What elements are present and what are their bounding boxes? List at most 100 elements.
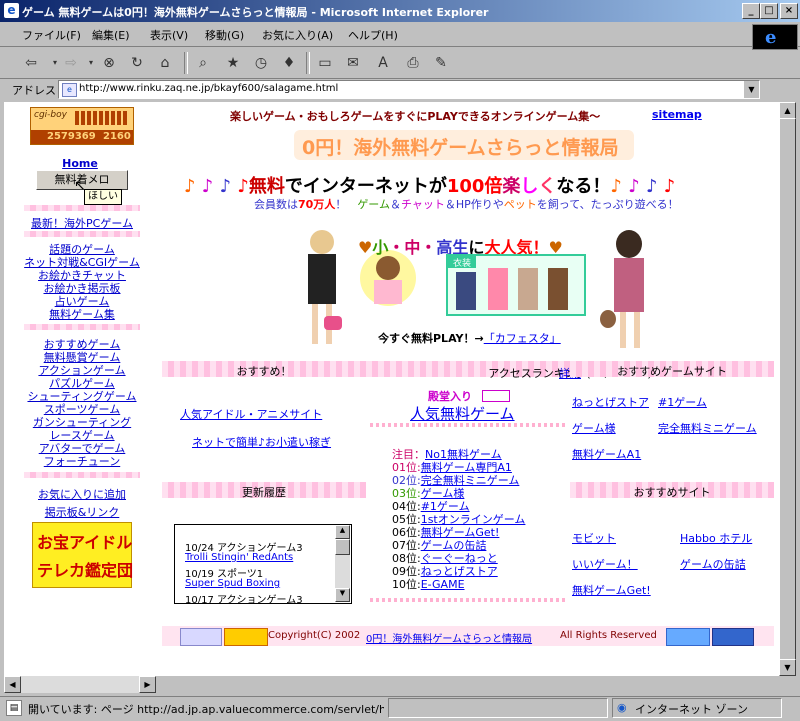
address-url: http://www.rinku.zaq.ne.jp/bkayf600/sala… — [79, 83, 339, 94]
promo-word: でインターネットが — [284, 176, 447, 197]
history-link[interactable]: Super Spud Boxing — [185, 578, 280, 589]
horizontal-scrollbar[interactable]: ◀ ▶ — [4, 676, 156, 693]
site-link[interactable]: 無料ゲームA1 — [572, 446, 641, 462]
edit-icon[interactable]: ✎ — [430, 52, 452, 74]
site-link[interactable]: ゲームの缶詰 — [680, 556, 746, 572]
minimize-button[interactable]: _ — [742, 3, 760, 19]
site-link[interactable]: Habbo ホテル — [680, 530, 752, 546]
promo-sub: チャット — [400, 198, 445, 211]
music-note-icon: ♪ — [184, 176, 196, 197]
menu-go[interactable]: 移動(G) — [205, 27, 244, 43]
cafesta-link[interactable]: 「カフェスタ」 — [484, 332, 561, 345]
stop-icon[interactable]: ⊗ — [98, 52, 120, 74]
site-link[interactable]: モビット — [572, 530, 616, 546]
school-word: ・ — [420, 238, 437, 257]
menu-file[interactable]: ファイル(F) — [22, 27, 81, 43]
costume-item — [488, 268, 508, 310]
footer-banner[interactable] — [180, 628, 222, 646]
costume-label: 衣装 — [448, 256, 476, 269]
search-icon[interactable]: ⌕ — [192, 52, 214, 74]
fullscreen-icon[interactable]: ▭ — [314, 52, 336, 74]
print-icon[interactable]: ⎙ — [402, 52, 424, 74]
osusume-bar: おすすめ！ — [162, 361, 366, 378]
history-icon[interactable]: ◷ — [250, 52, 272, 74]
costume-panel[interactable]: 衣装 — [446, 254, 586, 316]
nav-latest-pc-games[interactable]: 最新！海外PCゲーム — [12, 215, 152, 231]
avatar-girl-right[interactable] — [600, 230, 656, 354]
ie-logo: e — [752, 24, 798, 50]
history-scrollbar[interactable]: ▲ ▼ — [335, 525, 350, 602]
hall-divider — [370, 423, 566, 427]
menu-favorites[interactable]: お気に入り(A) — [262, 27, 333, 43]
avatar-leg — [312, 304, 318, 344]
nav-divider — [24, 231, 140, 237]
scroll-right-icon[interactable]: ▶ — [139, 676, 156, 693]
footer-banner[interactable] — [224, 628, 268, 646]
scroll-thumb[interactable] — [779, 118, 796, 660]
idol-anime-link[interactable]: 人気アイドル・アニメサイト — [180, 406, 322, 422]
site-link[interactable]: ねっとげストア — [572, 394, 649, 410]
security-zone: ◉ インターネット ゾーン — [612, 698, 782, 718]
font-icon[interactable]: A — [372, 52, 394, 74]
address-input[interactable]: e http://www.rinku.zaq.ne.jp/bkayf600/sa… — [58, 80, 760, 99]
nav-bbs-links[interactable]: 掲示板&リンク — [12, 504, 152, 520]
site-title: 0円！海外無料ゲームさらっと情報局 — [302, 137, 619, 159]
site-link[interactable]: #1ゲーム — [658, 394, 707, 410]
scroll-down-icon[interactable]: ▼ — [779, 659, 796, 676]
home-icon[interactable]: ⌂ — [154, 52, 176, 74]
scroll-thumb[interactable] — [335, 539, 350, 555]
school-word: ・ — [388, 238, 405, 257]
site-link[interactable]: ゲーム様 — [572, 420, 616, 436]
idol-card-banner[interactable]: お宝アイドル テレカ鑑定団 — [32, 522, 133, 588]
mail-icon[interactable]: ✉ — [342, 52, 364, 74]
refresh-icon[interactable]: ↻ — [126, 52, 148, 74]
promo-sub: ペット — [503, 198, 537, 211]
back-icon[interactable]: ⇦ — [20, 52, 42, 74]
nav-home[interactable]: Home — [10, 157, 150, 170]
avatar-girl-left[interactable] — [294, 230, 350, 350]
history-bar: 更新履歴 — [162, 482, 366, 499]
favorites-icon[interactable]: ★ — [222, 52, 244, 74]
site-link[interactable]: いいゲーム！ — [572, 556, 638, 572]
avatar-bag — [324, 316, 342, 330]
scroll-up-icon[interactable]: ▲ — [335, 525, 350, 539]
cafe-pre: 今すぐ無料PLAY！→ — [378, 332, 484, 345]
history-link[interactable]: Trolli Stingin' RedAnts — [185, 552, 293, 563]
rank-link[interactable]: E-GAME — [421, 578, 465, 591]
history-box[interactable]: 10/24 アクションゲーム3 Trolli Stingin' RedAnts … — [174, 524, 352, 604]
site-link[interactable]: 完全無料ミニゲーム — [658, 420, 757, 436]
scroll-down-icon[interactable]: ▼ — [335, 588, 350, 602]
pocket-money-link[interactable]: ネットで簡単♪お小遣い稼ぎ — [192, 434, 331, 450]
avatar-dress — [308, 254, 336, 304]
scroll-up-icon[interactable]: ▲ — [779, 102, 796, 119]
forward-icon[interactable]: ⇨ — [60, 52, 82, 74]
nav-link[interactable]: 無料ゲーム集 — [12, 306, 152, 322]
nav-link[interactable]: フォーチューン — [12, 453, 152, 469]
channels-icon[interactable]: ♦ — [278, 52, 300, 74]
menu-view[interactable]: 表示(V) — [150, 27, 188, 43]
footer-site-link[interactable]: 0円！海外無料ゲームさらっと情報局 — [366, 630, 532, 645]
nav-add-favorite[interactable]: お気に入りに追加 — [12, 486, 152, 502]
school-word: 小 — [372, 238, 389, 257]
top-tagline: 楽しいゲーム・おもしろゲームをすぐにPLAYできるオンラインゲーム集～ — [230, 110, 601, 123]
sitemap-link[interactable]: sitemap — [652, 108, 702, 121]
popular-free-games-link[interactable]: 人気無料ゲーム — [410, 403, 515, 424]
tooltip: ほしい — [84, 189, 122, 205]
footer-banner[interactable] — [712, 628, 754, 646]
status-text: 開いています: ページ http://ad.jp.ap.valuecommerc… — [28, 703, 384, 716]
avatar-girl-center[interactable] — [360, 250, 416, 306]
access-counter[interactable]: cgi-boy 2579369 2160 — [30, 107, 134, 145]
vertical-scrollbar[interactable]: ▲ ▼ — [779, 102, 796, 676]
music-note-icon: ♪ — [219, 176, 232, 197]
counter-brand: cgi-boy — [34, 110, 67, 120]
maximize-button[interactable]: □ — [760, 3, 778, 19]
music-note-icon: ♪ — [663, 176, 676, 197]
scroll-left-icon[interactable]: ◀ — [4, 676, 21, 693]
menu-help[interactable]: ヘルプ(H) — [348, 27, 398, 43]
costume-item — [518, 268, 538, 310]
footer-banner[interactable] — [666, 628, 710, 646]
menu-edit[interactable]: 編集(E) — [92, 27, 130, 43]
address-dropdown-icon[interactable]: ▼ — [744, 81, 759, 98]
close-button[interactable]: × — [780, 3, 798, 19]
site-link[interactable]: 無料ゲームGet! — [572, 582, 651, 598]
